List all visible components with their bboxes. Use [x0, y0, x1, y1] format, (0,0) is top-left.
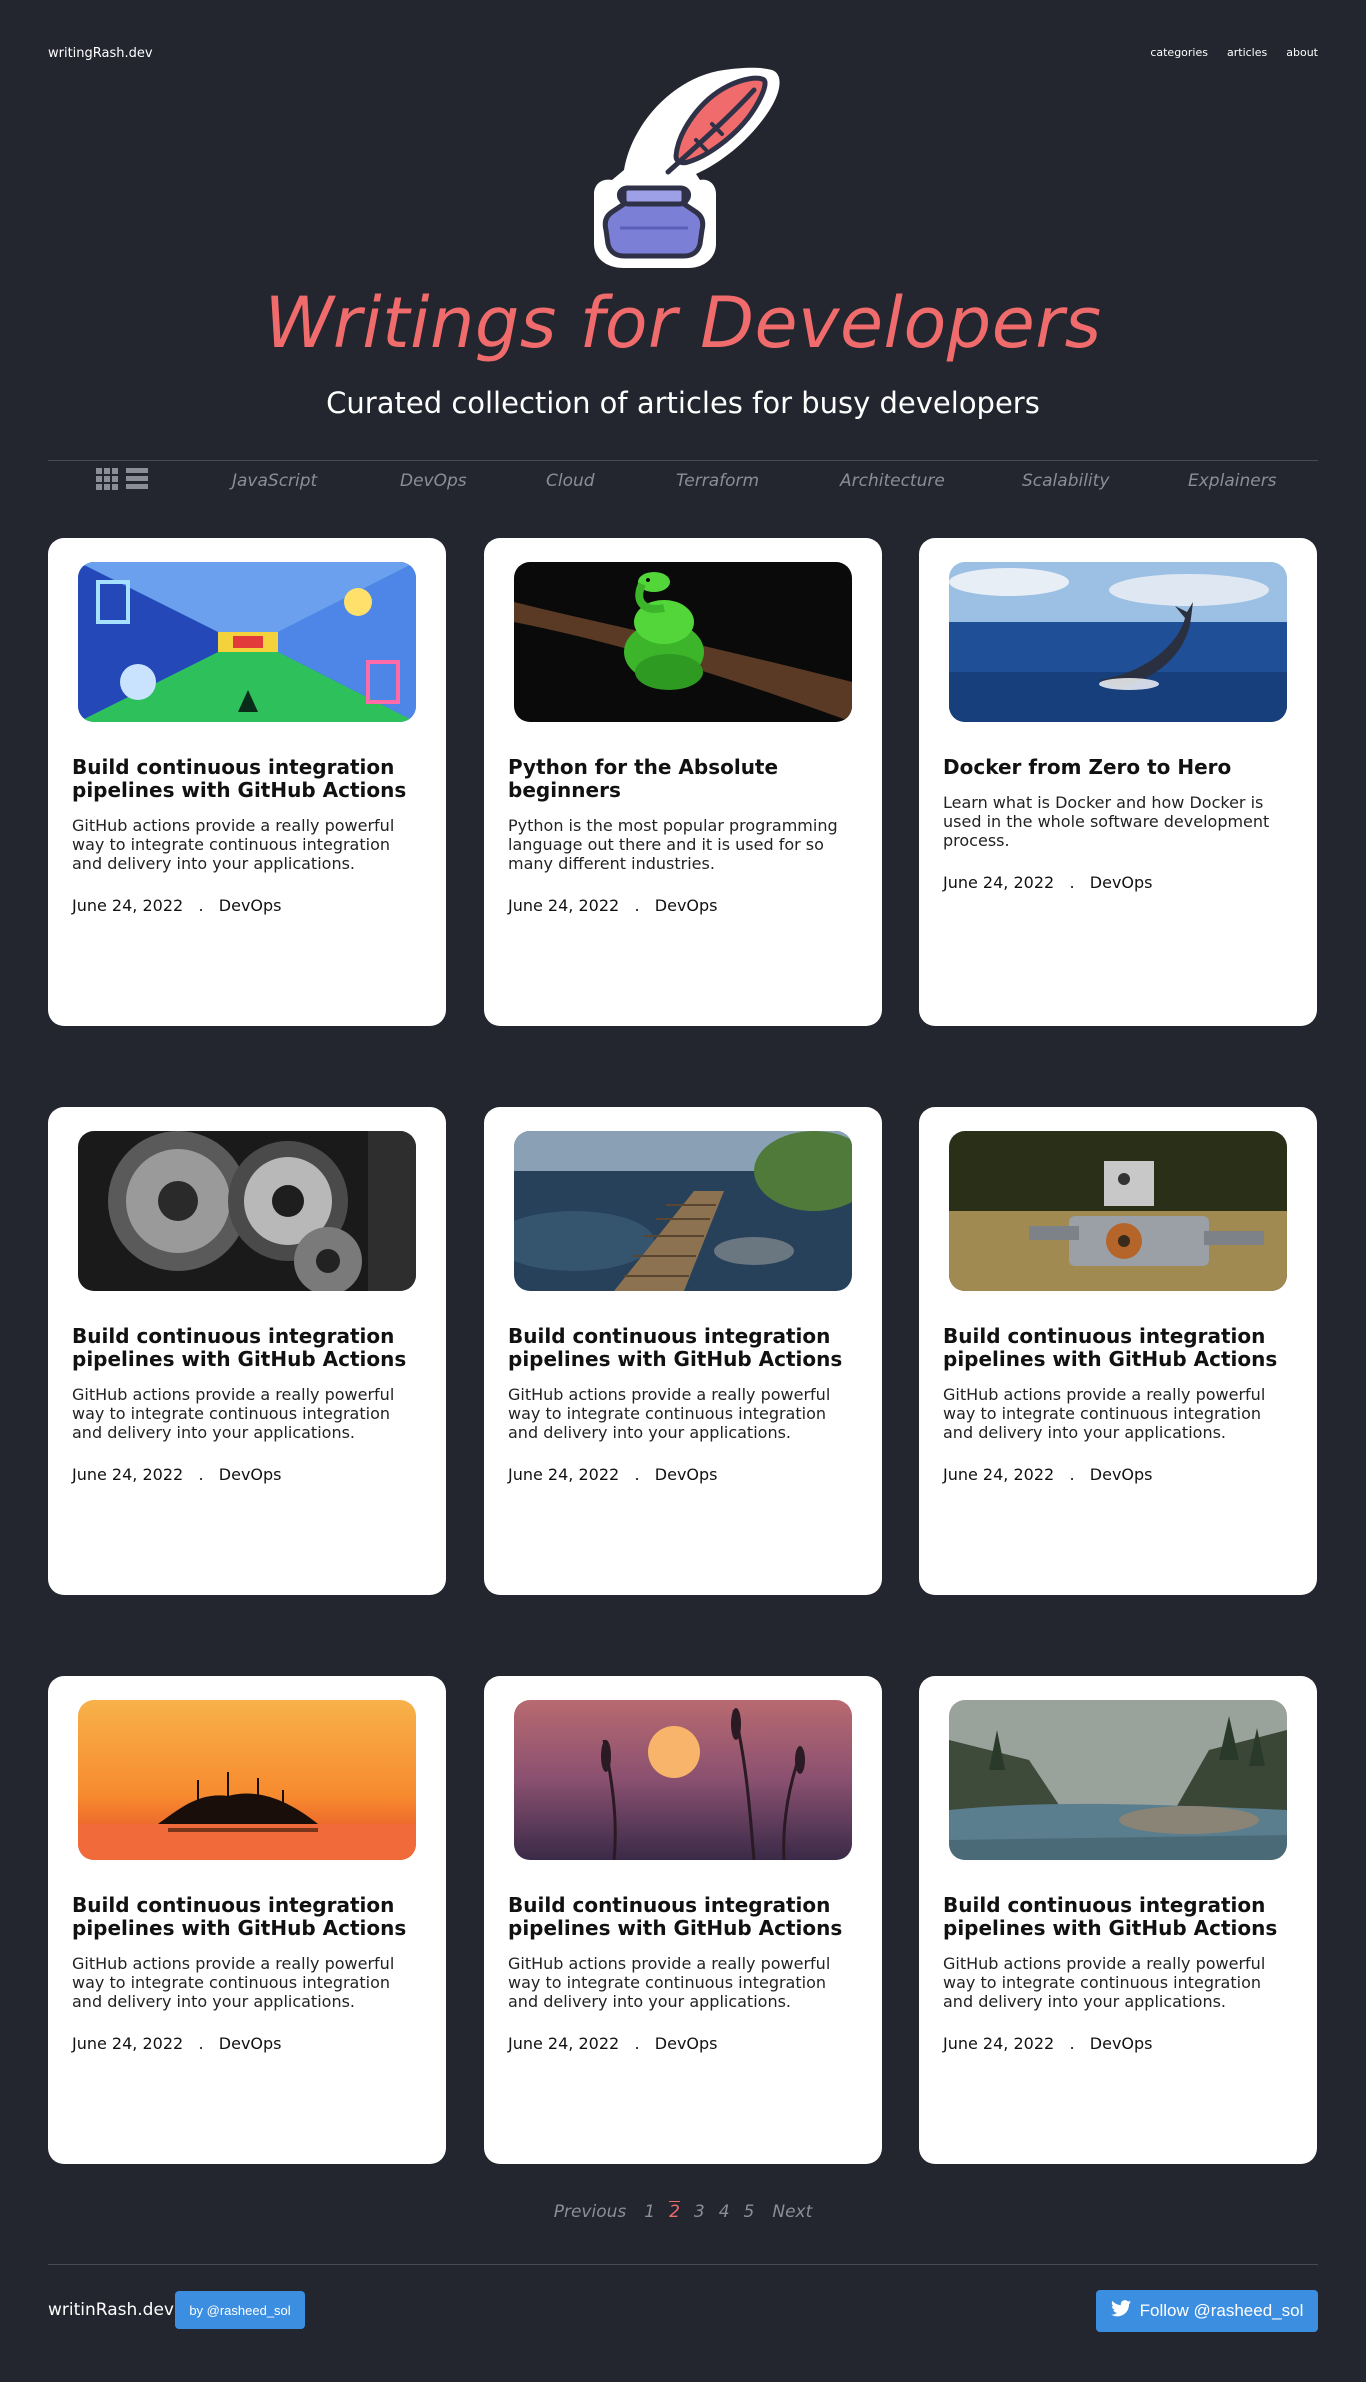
article-title[interactable]: Build continuous integration pipelines w…	[72, 756, 422, 802]
hero-subtitle: Curated collection of articles for busy …	[326, 386, 1040, 420]
header-divider	[48, 460, 1318, 461]
article-title[interactable]: Build continuous integration pipelines w…	[72, 1325, 422, 1371]
article-title[interactable]: Build continuous integration pipelines w…	[943, 1894, 1293, 1940]
article-category[interactable]: DevOps	[1090, 1465, 1153, 1484]
footer-divider	[48, 2264, 1318, 2265]
article-date: June 24, 2022	[508, 1465, 620, 1484]
article-image-sunset-island	[78, 1700, 416, 1860]
article-description: GitHub actions provide a really powerful…	[508, 1954, 831, 2011]
article-card[interactable]: Python for the Absolute beginners Python…	[484, 538, 882, 1026]
category-javascript[interactable]: JavaScript	[232, 471, 317, 491]
article-card[interactable]: Build continuous integration pipelines w…	[919, 1107, 1317, 1595]
category-explainers[interactable]: Explainers	[1188, 471, 1277, 491]
twitter-follow-button[interactable]: Follow @rasheed_sol	[1096, 2290, 1318, 2332]
article-card[interactable]: Build continuous integration pipelines w…	[484, 1107, 882, 1595]
pagination-page-2-current[interactable]: 2	[669, 2202, 680, 2222]
article-card[interactable]: Build continuous integration pipelines w…	[48, 1107, 446, 1595]
twitter-follow-label: Follow @rasheed_sol	[1139, 2301, 1304, 2320]
article-meta: June 24, 2022 . DevOps	[72, 896, 282, 915]
article-card[interactable]: Build continuous integration pipelines w…	[48, 1676, 446, 2164]
article-date: June 24, 2022	[508, 896, 620, 915]
article-category[interactable]: DevOps	[1090, 873, 1153, 892]
article-meta: June 24, 2022 . DevOps	[72, 1465, 282, 1484]
article-date: June 24, 2022	[943, 873, 1055, 892]
article-meta: June 24, 2022 . DevOps	[943, 873, 1153, 892]
article-description: GitHub actions provide a really powerful…	[72, 1385, 395, 1442]
category-terraform[interactable]: Terraform	[676, 471, 759, 491]
pagination-next[interactable]: Next	[772, 2202, 812, 2222]
pagination-page-5[interactable]: 5	[744, 2202, 755, 2222]
article-image-toy-robot	[949, 1131, 1287, 1291]
article-meta: June 24, 2022 . DevOps	[508, 2034, 718, 2053]
category-scalability[interactable]: Scalability	[1022, 471, 1109, 491]
article-description: Learn what is Docker and how Docker is u…	[943, 793, 1270, 850]
article-category[interactable]: DevOps	[655, 896, 718, 915]
article-date: June 24, 2022	[72, 896, 184, 915]
article-date: June 24, 2022	[72, 1465, 184, 1484]
quill-inkpot-icon	[584, 62, 784, 272]
article-category[interactable]: DevOps	[655, 2034, 718, 2053]
pagination-page-3[interactable]: 3	[694, 2202, 705, 2222]
nav-categories[interactable]: categories	[1150, 46, 1208, 59]
article-card[interactable]: Build continuous integration pipelines w…	[919, 1676, 1317, 2164]
article-meta: June 24, 2022 . DevOps	[508, 1465, 718, 1484]
category-cloud[interactable]: Cloud	[546, 471, 595, 491]
nav-articles[interactable]: articles	[1227, 46, 1267, 59]
article-card[interactable]: Docker from Zero to Hero Learn what is D…	[919, 538, 1317, 1026]
article-image-misty-river	[949, 1700, 1287, 1860]
top-nav: categories articles about	[1150, 46, 1318, 59]
article-title[interactable]: Build continuous integration pipelines w…	[72, 1894, 422, 1940]
article-card[interactable]: Build continuous integration pipelines w…	[48, 538, 446, 1026]
article-category[interactable]: DevOps	[219, 2034, 282, 2053]
category-bar: JavaScript DevOps Cloud Terraform Archit…	[48, 466, 1318, 496]
article-date: June 24, 2022	[72, 2034, 184, 2053]
author-badge-button[interactable]: by @rasheed_sol	[175, 2291, 305, 2329]
article-title[interactable]: Build continuous integration pipelines w…	[508, 1894, 858, 1940]
grid-list-view-icon[interactable]	[96, 468, 152, 492]
pagination-page-1[interactable]: 1	[644, 2202, 655, 2222]
article-title[interactable]: Build continuous integration pipelines w…	[943, 1325, 1293, 1371]
pagination-page-4[interactable]: 4	[719, 2202, 730, 2222]
article-card[interactable]: Build continuous integration pipelines w…	[484, 1676, 882, 2164]
article-category[interactable]: DevOps	[655, 1465, 718, 1484]
nav-about[interactable]: about	[1286, 46, 1318, 59]
article-image-abstract-corridor	[78, 562, 416, 722]
category-architecture[interactable]: Architecture	[840, 471, 945, 491]
article-description: Python is the most popular programming l…	[508, 816, 838, 873]
article-image-boardwalk-water	[514, 1131, 852, 1291]
category-devops[interactable]: DevOps	[400, 471, 467, 491]
article-category[interactable]: DevOps	[1090, 2034, 1153, 2053]
article-title[interactable]: Python for the Absolute beginners	[508, 756, 858, 802]
article-image-gears	[78, 1131, 416, 1291]
pagination: Previous 1 2 3 4 5 Next	[0, 2202, 1366, 2222]
article-description: GitHub actions provide a really powerful…	[943, 1385, 1266, 1442]
article-date: June 24, 2022	[508, 2034, 620, 2053]
article-category[interactable]: DevOps	[219, 1465, 282, 1484]
article-title[interactable]: Docker from Zero to Hero	[943, 756, 1293, 779]
article-meta: June 24, 2022 . DevOps	[943, 2034, 1153, 2053]
hero-title: Writings for Developers	[264, 282, 1102, 364]
article-category[interactable]: DevOps	[219, 896, 282, 915]
article-description: GitHub actions provide a really powerful…	[508, 1385, 831, 1442]
article-description: GitHub actions provide a really powerful…	[943, 1954, 1266, 2011]
article-meta: June 24, 2022 . DevOps	[508, 896, 718, 915]
pagination-previous[interactable]: Previous	[554, 2202, 627, 2222]
article-description: GitHub actions provide a really powerful…	[72, 816, 395, 873]
brand-link[interactable]: writingRash.dev	[48, 46, 153, 61]
footer-brand[interactable]: writinRash.dev	[48, 2300, 174, 2320]
twitter-bird-icon	[1110, 2300, 1131, 2322]
article-meta: June 24, 2022 . DevOps	[72, 2034, 282, 2053]
article-date: June 24, 2022	[943, 2034, 1055, 2053]
article-image-whale-tail	[949, 562, 1287, 722]
article-title[interactable]: Build continuous integration pipelines w…	[508, 1325, 858, 1371]
article-image-green-python	[514, 562, 852, 722]
article-image-sunset-grass	[514, 1700, 852, 1860]
article-description: GitHub actions provide a really powerful…	[72, 1954, 395, 2011]
article-date: June 24, 2022	[943, 1465, 1055, 1484]
article-meta: June 24, 2022 . DevOps	[943, 1465, 1153, 1484]
